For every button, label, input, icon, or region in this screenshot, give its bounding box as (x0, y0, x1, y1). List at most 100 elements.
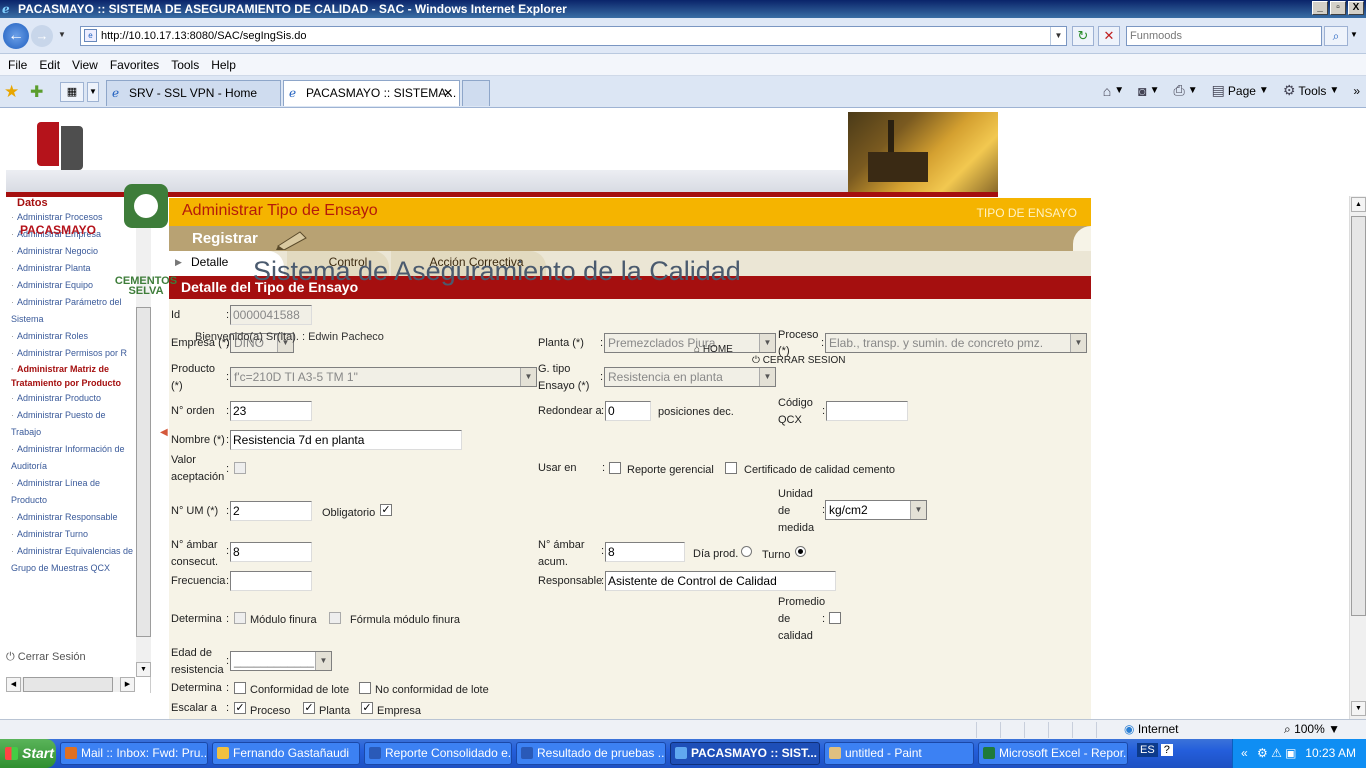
sidebar-item-permisos[interactable]: · Administrar Permisos por R (11, 345, 135, 362)
menu-help[interactable]: Help (205, 58, 242, 72)
orden-input[interactable]: 23 (230, 401, 312, 421)
certificado-checkbox[interactable] (725, 462, 737, 474)
search-icon[interactable]: ⌕ (1324, 26, 1348, 46)
refresh-button[interactable]: ↻ (1072, 26, 1094, 46)
stop-button[interactable]: ✕ (1098, 26, 1120, 46)
producto-select[interactable]: f'c=210D TI A3-5 TM 1" ▼ (230, 367, 537, 387)
promedio-checkbox[interactable] (829, 612, 841, 624)
menu-tools[interactable]: Tools (165, 58, 205, 72)
sidebar-vscrollbar[interactable]: ▲ ▼ (136, 197, 151, 677)
feeds-button[interactable]: ◙ ▼ (1138, 83, 1159, 99)
scroll-thumb[interactable] (1351, 216, 1366, 616)
tools-menu[interactable]: ⚙ Tools ▼ (1283, 82, 1339, 99)
tab-pacasmayo[interactable]: ℯ PACASMAYO :: SISTEMA... ✕ (283, 80, 460, 106)
page-vscrollbar[interactable]: ▲ ▼ (1349, 196, 1366, 719)
start-button[interactable]: Start (0, 739, 56, 768)
reporte-gerencial-checkbox[interactable] (609, 462, 621, 474)
obligatorio-checkbox[interactable]: ✓ (380, 504, 392, 516)
collapse-sidebar-icon[interactable]: ◀ (160, 427, 168, 438)
scroll-down-icon[interactable]: ▼ (136, 662, 151, 677)
help-icon[interactable]: ? (1160, 744, 1173, 756)
security-zone[interactable]: ◉ Internet (1124, 722, 1179, 736)
back-button[interactable]: ← (3, 23, 29, 49)
task-paint[interactable]: untitled - Paint (824, 742, 974, 765)
new-tab-button[interactable] (462, 80, 490, 106)
sidebar-item-auditoria[interactable]: · Administrar Información de Auditoría (11, 441, 135, 475)
tray-expand-icon[interactable]: « (1241, 739, 1248, 768)
nombre-input[interactable]: Resistencia 7d en planta (230, 430, 462, 450)
task-mail[interactable]: Mail :: Inbox: Fwd: Pru... (60, 742, 208, 765)
scroll-thumb[interactable] (136, 307, 151, 637)
sidebar-item-linea[interactable]: · Administrar Línea de Producto (11, 475, 135, 509)
escalar-empresa-checkbox[interactable]: ✓ (361, 702, 373, 714)
responsable-input[interactable]: Asistente de Control de Calidad (605, 571, 836, 591)
menu-edit[interactable]: Edit (33, 58, 66, 72)
scroll-up-icon[interactable]: ▲ (1351, 197, 1366, 212)
quick-tabs-icon[interactable]: ▦ (60, 82, 84, 102)
scroll-down-icon[interactable]: ▼ (1351, 701, 1366, 716)
ambar-acum-input[interactable]: 8 (605, 542, 685, 562)
sidebar-item-parametro[interactable]: · Administrar Parámetro del Sistema (11, 294, 135, 328)
task-reporte[interactable]: Reporte Consolidado e... (364, 742, 512, 765)
modulo-finura-checkbox[interactable] (234, 612, 246, 624)
sidebar-logout-link[interactable]: ⏻ Cerrar Sesión (6, 651, 86, 664)
forward-button[interactable]: → (31, 25, 53, 47)
scroll-thumb[interactable] (23, 677, 113, 692)
tab-list-dropdown-icon[interactable]: ▼ (87, 82, 99, 102)
restore-button[interactable]: ▫ (1330, 1, 1346, 15)
language-indicator[interactable]: ES ? (1137, 743, 1173, 757)
task-fernando[interactable]: Fernando Gastañaudi (212, 742, 360, 765)
sidebar-item-equivalencias[interactable]: · Administrar Equivalencias de Grupo de M… (11, 543, 135, 577)
escalar-planta-checkbox[interactable]: ✓ (303, 702, 315, 714)
history-dropdown-icon[interactable]: ▼ (58, 30, 66, 39)
edad-select[interactable]: ____________ ▼ (230, 651, 332, 671)
sidebar-item-puesto[interactable]: · Administrar Puesto de Trabajo (11, 407, 135, 441)
g-tipo-select[interactable]: Resistencia en planta ▼ (604, 367, 776, 387)
conformidad-lote-checkbox[interactable] (234, 682, 246, 694)
scroll-left-icon[interactable]: ◀ (6, 677, 21, 692)
codigo-qcx-input[interactable] (826, 401, 908, 421)
page-menu[interactable]: ▤ Page ▼ (1212, 82, 1269, 99)
frecuencia-input[interactable] (230, 571, 312, 591)
num-um-input[interactable]: 2 (230, 501, 312, 521)
sidebar-item-matriz[interactable]: · Administrar Matriz de Tratamiento por P… (11, 362, 135, 390)
task-excel[interactable]: Microsoft Excel - Repor... (978, 742, 1128, 765)
minimize-button[interactable]: _ (1312, 1, 1328, 15)
ambar-consecut-input[interactable]: 8 (230, 542, 312, 562)
sidebar-item-turno[interactable]: · Administrar Turno (11, 526, 135, 543)
menu-favorites[interactable]: Favorites (104, 58, 165, 72)
tab-srv-vpn[interactable]: ℯ SRV - SSL VPN - Home (106, 80, 281, 106)
sidebar-item-roles[interactable]: · Administrar Roles (11, 328, 135, 345)
home-link[interactable]: ⌂ HOME (694, 344, 1349, 355)
unidad-medida-select[interactable]: kg/cm2 ▼ (825, 500, 927, 520)
clock[interactable]: 10:23 AM (1305, 739, 1356, 768)
logout-link[interactable]: ⏻ CERRAR SESION (752, 355, 1349, 366)
zoom-level[interactable]: ⌕ 100% ▼ (1284, 722, 1340, 737)
sidebar-item-responsable[interactable]: · Administrar Responsable (11, 509, 135, 526)
scroll-right-icon[interactable]: ▶ (120, 677, 135, 692)
sidebar-item-negocio[interactable]: · Administrar Negocio (11, 243, 135, 260)
menu-view[interactable]: View (66, 58, 104, 72)
print-button[interactable]: ⎙ ▼ (1174, 82, 1198, 99)
address-dropdown-icon[interactable]: ▼ (1050, 27, 1066, 45)
search-dropdown-icon[interactable]: ▼ (1350, 30, 1358, 39)
tray-icons[interactable]: ⚙ ⚠ ▣ (1257, 739, 1297, 768)
sidebar-hscrollbar[interactable]: ◀ ▶ (6, 677, 135, 692)
valor-aceptacion-checkbox[interactable] (234, 462, 246, 474)
escalar-proceso-checkbox[interactable]: ✓ (234, 702, 246, 714)
turno-radio[interactable] (795, 546, 806, 557)
home-button[interactable]: ⌂ ▼ (1103, 83, 1124, 99)
close-button[interactable]: X (1348, 1, 1364, 15)
formula-modulo-checkbox[interactable] (329, 612, 341, 624)
search-input[interactable]: Funmoods (1126, 26, 1322, 46)
task-resultado[interactable]: Resultado de pruebas ... (516, 742, 666, 765)
no-conformidad-lote-checkbox[interactable] (359, 682, 371, 694)
address-input[interactable]: e http://10.10.17.13:8080/SAC/segIngSis.… (80, 26, 1067, 46)
tab-close-icon[interactable]: ✕ (443, 81, 453, 105)
menu-file[interactable]: File (2, 58, 33, 72)
favorites-star-icon[interactable]: ★ (4, 82, 19, 102)
dia-prod-radio[interactable] (741, 546, 752, 557)
sidebar-item-producto[interactable]: · Administrar Producto (11, 390, 135, 407)
chevron-more-icon[interactable]: » (1353, 84, 1360, 98)
redondear-input[interactable]: 0 (605, 401, 651, 421)
